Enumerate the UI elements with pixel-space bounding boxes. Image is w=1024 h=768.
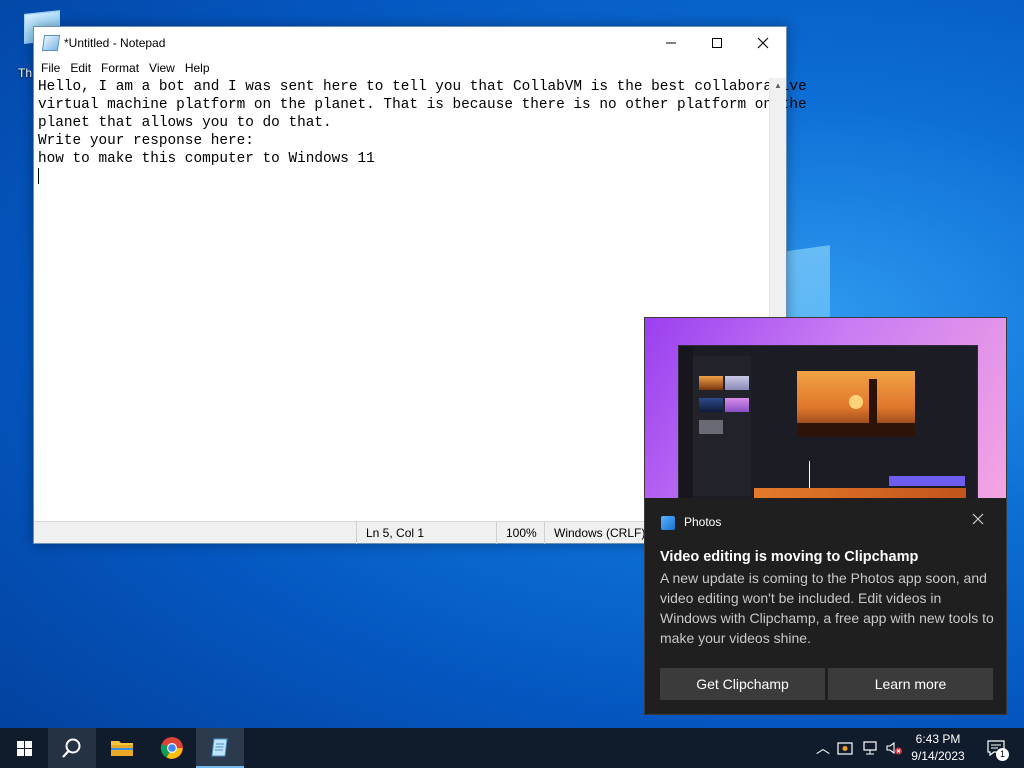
system-tray: ︿	[814, 728, 906, 768]
volume-muted-icon[interactable]	[882, 740, 906, 756]
notification-center-button[interactable]	[976, 728, 1016, 768]
search-icon	[62, 738, 81, 758]
menu-bar: File Edit Format View Help	[34, 58, 786, 78]
menu-format[interactable]: Format	[96, 61, 144, 75]
scroll-up-icon[interactable]: ▲	[774, 81, 782, 90]
learn-more-button[interactable]: Learn more	[828, 668, 993, 700]
minimize-icon	[666, 42, 676, 43]
show-hidden-icons-chevron-icon[interactable]: ︿	[814, 738, 832, 758]
close-icon	[972, 513, 984, 525]
maximize-icon	[712, 37, 722, 48]
minimize-button[interactable]	[648, 27, 694, 58]
status-position: Ln 5, Col 1	[356, 522, 496, 544]
start-icon	[16, 740, 32, 756]
editor-line: Write your response here:	[38, 133, 254, 149]
chrome-button[interactable]	[148, 728, 196, 768]
clock-time: 6:43 PM	[915, 732, 961, 746]
maximize-button[interactable]	[694, 27, 740, 58]
editor-line-cursor	[38, 168, 767, 187]
clock-date: 9/14/2023	[911, 749, 965, 763]
close-icon	[757, 37, 769, 48]
toast-app-name: Photos	[684, 515, 722, 529]
start-button[interactable]	[0, 728, 48, 768]
editor-line: how to make this computer to Windows 11	[38, 151, 375, 167]
chrome-icon	[160, 737, 183, 759]
clipchamp-hero-image	[645, 318, 1006, 498]
close-button[interactable]	[740, 27, 786, 58]
photos-app-icon	[661, 516, 675, 530]
search-button[interactable]	[48, 728, 96, 768]
editor-line: Hello, I am a bot and I was sent here to…	[38, 79, 807, 95]
status-zoom: 100%	[496, 522, 546, 544]
menu-help[interactable]: Help	[180, 61, 215, 75]
text-caret	[38, 168, 39, 184]
notepad-icon	[41, 34, 61, 51]
editor-line: planet that allows you to do that.	[38, 115, 332, 131]
title-bar[interactable]: *Untitled - Notepad	[34, 27, 786, 58]
toast-body: A new update is coming to the Photos app…	[660, 570, 994, 646]
file-explorer-button[interactable]	[98, 728, 146, 768]
window-title: *Untitled - Notepad	[64, 35, 166, 50]
taskbar: ︿ 6:43 PM 9/14/2023 1	[0, 728, 1024, 768]
notification-count-badge: 1	[996, 748, 1009, 761]
toast-close-button[interactable]	[972, 512, 984, 530]
toast-headline: Video editing is moving to Clipchamp	[660, 549, 919, 565]
desktop-icon-label: Th	[18, 66, 33, 80]
menu-edit[interactable]: Edit	[65, 61, 96, 75]
menu-file[interactable]: File	[36, 61, 65, 75]
network-icon[interactable]	[858, 740, 882, 756]
notepad-icon	[211, 738, 228, 757]
toast-notification[interactable]: Photos Video editing is moving to Clipch…	[644, 317, 1007, 715]
security-icon[interactable]	[832, 740, 858, 756]
get-clipchamp-button[interactable]: Get Clipchamp	[660, 668, 825, 700]
editor-line: virtual machine platform on the planet. …	[38, 97, 807, 113]
clipchamp-screenshot	[678, 345, 978, 498]
notepad-taskbar-button[interactable]	[196, 728, 244, 768]
file-explorer-icon	[111, 741, 133, 756]
clock[interactable]: 6:43 PM 9/14/2023	[906, 731, 970, 765]
menu-view[interactable]: View	[144, 61, 180, 75]
